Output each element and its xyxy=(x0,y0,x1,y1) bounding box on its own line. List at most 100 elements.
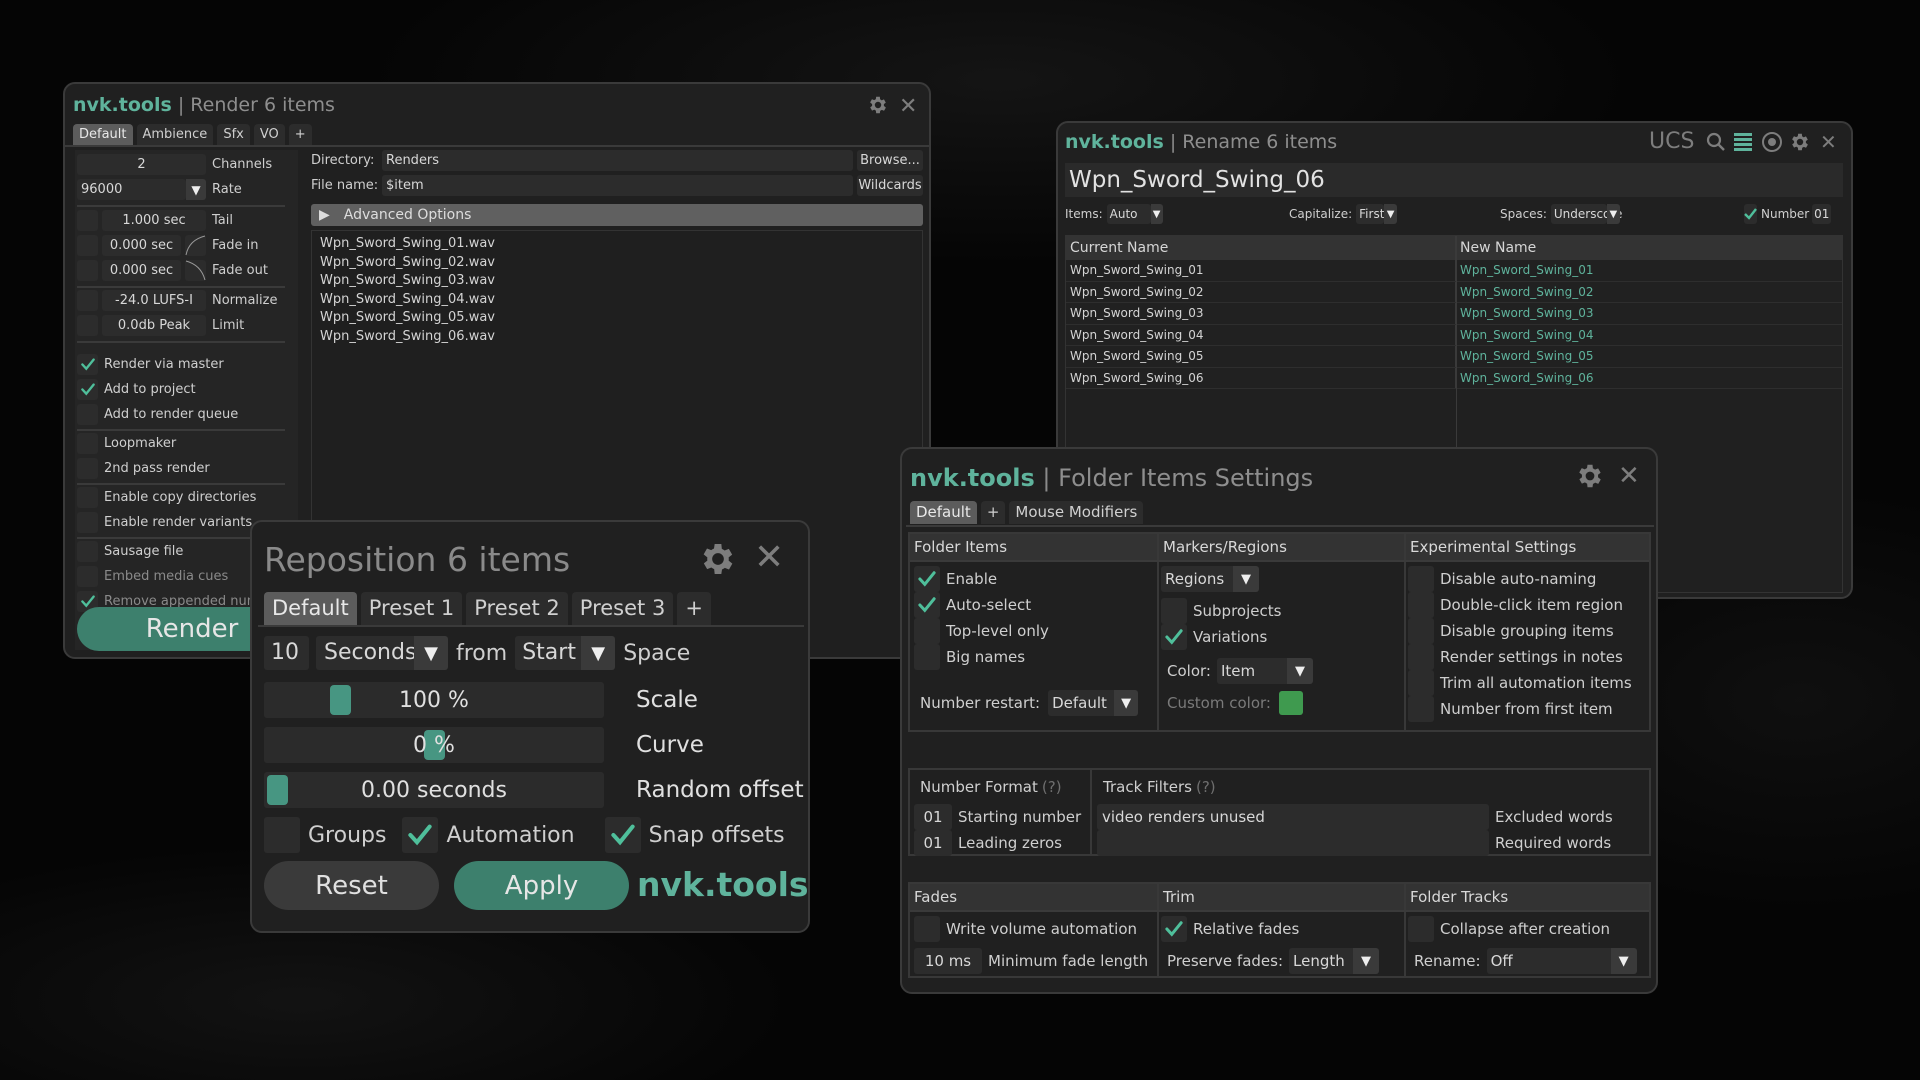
from-dropdown[interactable]: Start xyxy=(515,636,582,670)
fade-in-field[interactable]: 0.000 sec xyxy=(102,235,181,256)
file-name-input[interactable]: $item xyxy=(382,175,853,196)
tab-sfx[interactable]: Sfx xyxy=(217,124,250,145)
table-row[interactable]: Wpn_Sword_Swing_05 Wpn_Sword_Swing_05 xyxy=(1066,346,1842,368)
setting-item[interactable]: Variations xyxy=(1161,624,1267,650)
table-row[interactable]: Wpn_Sword_Swing_03 Wpn_Sword_Swing_03 xyxy=(1066,303,1842,325)
render-option[interactable]: 2nd pass render xyxy=(77,458,210,479)
gear-icon[interactable] xyxy=(1575,461,1605,491)
tail-field[interactable]: 1.000 sec xyxy=(102,210,206,231)
unit-dropdown[interactable]: Seconds xyxy=(316,636,416,670)
directory-input[interactable]: Renders xyxy=(382,150,853,171)
chevron-down-icon[interactable]: ▼ xyxy=(1114,690,1139,716)
number-field[interactable]: 01 xyxy=(1812,204,1832,224)
tab-default[interactable]: Default xyxy=(73,124,133,145)
search-icon[interactable] xyxy=(1706,132,1726,152)
table-row[interactable]: Wpn_Sword_Swing_04 Wpn_Sword_Swing_04 xyxy=(1066,324,1842,346)
fade-out-field[interactable]: 0.000 sec xyxy=(102,260,181,281)
chevron-down-icon[interactable]: ▼ xyxy=(1384,204,1398,224)
file-list-item[interactable]: Wpn_Sword_Swing_03.wav xyxy=(320,272,914,291)
file-list-item[interactable]: Wpn_Sword_Swing_04.wav xyxy=(320,291,914,310)
file-list-item[interactable]: Wpn_Sword_Swing_06.wav xyxy=(320,328,914,347)
items-dropdown[interactable]: Auto xyxy=(1106,204,1151,224)
chevron-down-icon[interactable]: ▼ xyxy=(1606,204,1620,224)
tab-default[interactable]: Default xyxy=(264,592,357,625)
starting-number-field[interactable]: 01 xyxy=(914,804,952,830)
option-checkbox[interactable] xyxy=(77,404,98,425)
tab-preset-3[interactable]: Preset 3 xyxy=(571,592,674,625)
gear-icon[interactable] xyxy=(1789,131,1811,153)
gear-icon[interactable] xyxy=(867,94,889,116)
setting-item[interactable]: Double-click item region xyxy=(1408,592,1623,618)
normalize-checkbox[interactable] xyxy=(77,290,98,311)
render-option[interactable]: Add to project xyxy=(77,379,196,400)
render-option[interactable]: Enable copy directories xyxy=(77,487,256,508)
markers-mode-dropdown[interactable]: Regions xyxy=(1161,566,1233,592)
list-icon[interactable] xyxy=(1734,132,1752,152)
render-option[interactable]: Add to render queue xyxy=(77,404,238,425)
automation-checkbox[interactable] xyxy=(402,817,439,853)
setting-item[interactable]: Big names xyxy=(914,644,1025,670)
setting-item[interactable]: Render settings in notes xyxy=(1408,644,1623,670)
setting-item[interactable]: Number from first item xyxy=(1408,696,1613,722)
collapse-checkbox[interactable] xyxy=(1408,916,1434,942)
option-checkbox[interactable] xyxy=(77,354,98,375)
min-fade-field[interactable]: 10 ms xyxy=(914,948,982,974)
tab-preset-1[interactable]: Preset 1 xyxy=(360,592,463,625)
channels-field[interactable]: 2 xyxy=(77,154,206,175)
setting-checkbox[interactable] xyxy=(914,566,940,592)
setting-item[interactable]: Auto-select xyxy=(914,592,1031,618)
file-list-item[interactable]: Wpn_Sword_Swing_02.wav xyxy=(320,254,914,273)
reset-button[interactable]: Reset xyxy=(264,861,439,910)
setting-checkbox[interactable] xyxy=(1408,618,1434,644)
slider-thumb[interactable] xyxy=(329,685,351,715)
option-checkbox[interactable] xyxy=(77,458,98,479)
chevron-down-icon[interactable]: ▼ xyxy=(1150,204,1163,224)
chevron-down-icon[interactable]: ▼ xyxy=(1610,948,1637,974)
tab-preset-2[interactable]: Preset 2 xyxy=(466,592,568,625)
file-list-item[interactable]: Wpn_Sword_Swing_05.wav xyxy=(320,309,914,328)
setting-checkbox[interactable] xyxy=(1408,696,1434,722)
browse-button[interactable]: Browse... xyxy=(857,150,923,171)
add-tab-button[interactable]: + xyxy=(288,124,312,145)
capitalize-dropdown[interactable]: First xyxy=(1356,204,1384,224)
curve-slider[interactable]: 0 % xyxy=(264,727,604,763)
setting-checkbox[interactable] xyxy=(1408,566,1434,592)
chevron-down-icon[interactable]: ▼ xyxy=(1233,566,1259,592)
write-volume-checkbox[interactable] xyxy=(914,916,940,942)
table-row[interactable]: Wpn_Sword_Swing_01 Wpn_Sword_Swing_01 xyxy=(1066,260,1842,282)
close-icon[interactable]: ✕ xyxy=(1618,461,1640,491)
close-icon[interactable]: ✕ xyxy=(899,94,917,119)
render-option[interactable]: Sausage file xyxy=(77,541,183,562)
option-checkbox[interactable] xyxy=(77,566,98,587)
setting-checkbox[interactable] xyxy=(1161,598,1187,624)
setting-checkbox[interactable] xyxy=(1161,624,1187,650)
number-checkbox[interactable] xyxy=(1744,204,1757,224)
setting-checkbox[interactable] xyxy=(1408,592,1434,618)
option-checkbox[interactable] xyxy=(77,379,98,400)
limit-field[interactable]: 0.0db Peak xyxy=(102,315,206,336)
setting-checkbox[interactable] xyxy=(914,618,940,644)
render-option[interactable]: Embed media cues xyxy=(77,566,228,587)
option-checkbox[interactable] xyxy=(77,512,98,533)
fade-in-checkbox[interactable] xyxy=(77,235,98,256)
table-row[interactable]: Wpn_Sword_Swing_02 Wpn_Sword_Swing_02 xyxy=(1066,281,1842,303)
help-icon[interactable]: (?) xyxy=(1196,778,1216,796)
table-row[interactable]: Wpn_Sword_Swing_06 Wpn_Sword_Swing_06 xyxy=(1066,367,1842,389)
chevron-down-icon[interactable]: ▼ xyxy=(186,179,206,200)
setting-checkbox[interactable] xyxy=(1408,670,1434,696)
tab-default[interactable]: Default xyxy=(910,501,977,524)
help-icon[interactable]: (?) xyxy=(1042,778,1062,796)
record-icon[interactable] xyxy=(1761,131,1783,153)
setting-item[interactable]: Disable grouping items xyxy=(1408,618,1614,644)
fade-out-curve-icon[interactable] xyxy=(185,260,206,281)
random-offset-slider[interactable]: 0.00 seconds xyxy=(264,772,604,808)
tail-checkbox[interactable] xyxy=(77,210,98,231)
rename-dropdown[interactable]: Off xyxy=(1486,948,1611,974)
chevron-down-icon[interactable]: ▼ xyxy=(1353,948,1380,974)
close-icon[interactable]: ✕ xyxy=(1820,130,1837,154)
add-tab-button[interactable]: + xyxy=(677,592,711,625)
setting-item[interactable]: Subprojects xyxy=(1161,598,1281,624)
file-list-item[interactable]: Wpn_Sword_Swing_01.wav xyxy=(320,235,914,254)
amount-input[interactable]: 10 xyxy=(264,636,309,670)
fade-in-curve-icon[interactable] xyxy=(185,235,206,256)
